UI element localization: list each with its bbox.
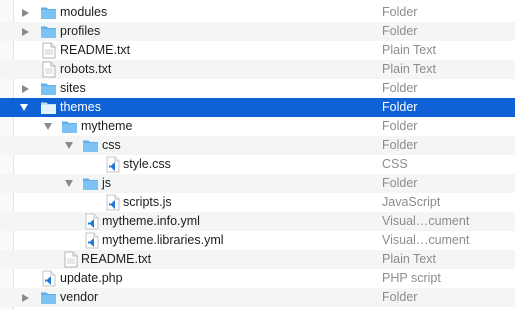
item-kind: PHP script — [382, 271, 441, 285]
list-item[interactable]: js Folder — [0, 174, 515, 193]
item-kind: Folder — [382, 138, 418, 152]
list-item[interactable]: scripts.js JavaScript — [0, 193, 515, 212]
folder-icon — [41, 7, 56, 19]
item-name: sites — [60, 81, 86, 95]
list-item[interactable]: sites Folder — [0, 79, 515, 98]
item-kind: Visual…cument — [382, 233, 470, 247]
disclosure-expanded-icon[interactable] — [63, 136, 75, 155]
list-item[interactable]: README.txt Plain Text — [0, 41, 515, 60]
folder-icon — [83, 140, 98, 152]
item-name: themes — [60, 100, 101, 114]
folder-icon — [41, 83, 56, 95]
vscode-file-icon — [106, 194, 120, 211]
folder-icon — [83, 178, 98, 190]
item-kind: CSS — [382, 157, 408, 171]
item-kind: JavaScript — [382, 195, 441, 209]
item-name: robots.txt — [60, 62, 112, 76]
folder-icon — [41, 102, 56, 114]
list-item[interactable]: profiles Folder — [0, 22, 515, 41]
item-kind: Visual…cument — [382, 214, 470, 228]
folder-icon — [41, 292, 56, 304]
disclosure-expanded-icon[interactable] — [42, 117, 54, 136]
item-kind: Plain Text — [382, 62, 436, 76]
list-item[interactable]: robots.txt Plain Text — [0, 60, 515, 79]
list-item[interactable]: vendor Folder — [0, 288, 515, 307]
item-name: mytheme.info.yml — [102, 214, 200, 228]
list-item[interactable]: mytheme.info.yml Visual…cument — [0, 212, 515, 231]
list-item[interactable]: mytheme Folder — [0, 117, 515, 136]
disclosure-expanded-icon[interactable] — [18, 98, 30, 117]
item-kind: Folder — [382, 5, 418, 19]
text-file-icon — [64, 251, 78, 268]
item-name: js — [102, 176, 112, 190]
disclosure-collapsed-icon[interactable] — [19, 22, 31, 41]
list-item[interactable]: style.css CSS — [0, 155, 515, 174]
disclosure-collapsed-icon[interactable] — [19, 79, 31, 98]
folder-icon — [41, 26, 56, 38]
list-item-selected[interactable]: themes Folder — [0, 98, 515, 117]
item-name: scripts.js — [123, 195, 172, 209]
vscode-file-icon — [42, 270, 56, 287]
item-kind: Folder — [382, 100, 418, 114]
item-name: css — [102, 138, 121, 152]
item-kind: Folder — [382, 119, 418, 133]
vscode-file-icon — [106, 156, 120, 173]
disclosure-expanded-icon[interactable] — [63, 174, 75, 193]
list-item[interactable]: mytheme.libraries.yml Visual…cument — [0, 231, 515, 250]
item-kind: Folder — [382, 290, 418, 304]
item-name: update.php — [60, 271, 123, 285]
folder-icon — [62, 121, 77, 133]
item-kind: Plain Text — [382, 43, 436, 57]
disclosure-collapsed-icon[interactable] — [19, 288, 31, 307]
item-name: style.css — [123, 157, 171, 171]
vscode-file-icon — [85, 232, 99, 249]
item-kind: Folder — [382, 24, 418, 38]
file-list: modules Folder profiles Folder README.tx… — [0, 0, 515, 310]
item-name: mytheme.libraries.yml — [102, 233, 224, 247]
item-kind: Plain Text — [382, 252, 436, 266]
item-name: mytheme — [81, 119, 133, 133]
disclosure-collapsed-icon[interactable] — [19, 3, 31, 22]
item-name: vendor — [60, 290, 99, 304]
list-item[interactable]: modules Folder — [0, 3, 515, 22]
item-name: modules — [60, 5, 108, 19]
item-kind: Folder — [382, 176, 418, 190]
list-item[interactable]: update.php PHP script — [0, 269, 515, 288]
item-name: README.txt — [60, 43, 131, 57]
item-kind: Folder — [382, 81, 418, 95]
vscode-file-icon — [85, 213, 99, 230]
item-name: README.txt — [81, 252, 152, 266]
item-name: profiles — [60, 24, 101, 38]
text-file-icon — [42, 42, 56, 59]
text-file-icon — [42, 61, 56, 78]
list-item[interactable]: css Folder — [0, 136, 515, 155]
list-item[interactable]: README.txt Plain Text — [0, 250, 515, 269]
